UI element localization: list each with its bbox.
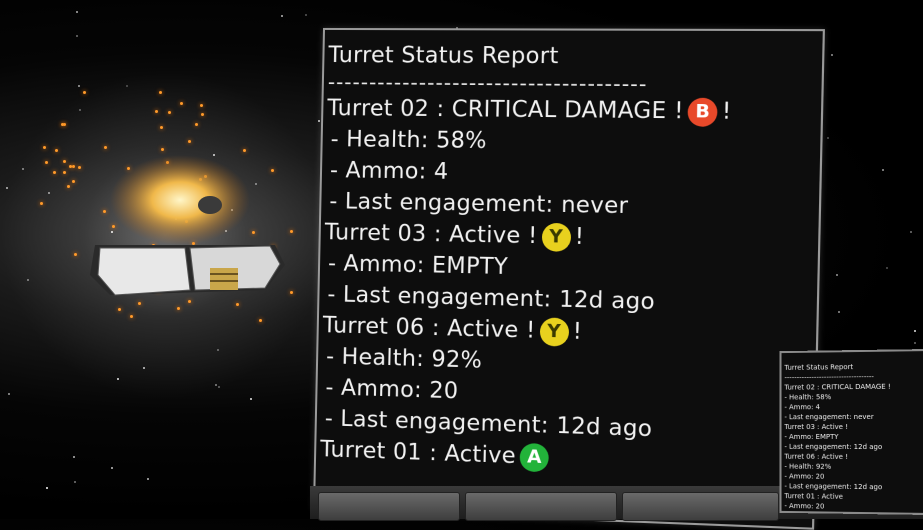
turret-header-line: Turret 02 : CRITICAL DAMAGE ! B!: [327, 93, 821, 129]
spark: [54, 149, 58, 153]
star: [216, 348, 219, 351]
star: [836, 274, 839, 277]
line-suffix: !: [574, 224, 585, 251]
panel-title: Turret Status Report: [328, 42, 559, 70]
star: [7, 392, 10, 395]
spark: [201, 112, 205, 116]
status-lines: Turret 02 : CRITICAL DAMAGE ! B! - Health:…: [320, 93, 821, 483]
star: [142, 366, 145, 369]
star: [76, 35, 79, 38]
turret-status-panel: Turret Status Report -------------------…: [312, 27, 825, 530]
star: [827, 137, 830, 140]
star: [881, 168, 884, 171]
star: [214, 384, 217, 387]
console-slot: [318, 492, 460, 521]
star: [72, 456, 75, 459]
spark: [194, 122, 198, 126]
line-text: - Last engagement: 12d ago: [327, 282, 656, 316]
controller-button-b-icon: B: [687, 97, 718, 127]
mini-status-lines: Turret 02 : CRITICAL DAMAGE ! - Health: 5…: [782, 381, 923, 515]
star: [305, 14, 308, 17]
line-text: - Health: 58%: [330, 127, 488, 154]
star: [111, 466, 113, 469]
star: [913, 329, 916, 332]
star: [249, 397, 252, 400]
mini-status-line: - Ammo: EMPTY: [784, 432, 839, 441]
console-slot: [622, 492, 779, 521]
controller-button-y-icon: Y: [539, 317, 569, 347]
star: [914, 341, 917, 344]
star: [885, 266, 888, 269]
line-text: Turret 06 : Active !: [322, 313, 536, 344]
line-text: - Ammo: 4: [329, 158, 449, 185]
console-slot: [465, 492, 617, 521]
mini-status-line: - Health: 58%: [784, 393, 832, 402]
star: [26, 278, 29, 281]
line-text: Turret 03 : Active !: [324, 220, 538, 250]
mini-status-panel: Turret Status Report -------------------…: [779, 348, 923, 516]
star: [75, 10, 78, 13]
line-text: Turret 01 : Active: [319, 437, 517, 470]
line-text: - Ammo: 20: [325, 375, 459, 405]
star: [46, 487, 49, 490]
star: [830, 54, 833, 57]
star: [837, 310, 840, 313]
damaged-turret-model: [90, 155, 285, 296]
mini-status-line: Turret 03 : Active !: [784, 423, 848, 432]
line-text: - Ammo: EMPTY: [327, 251, 509, 281]
line-suffix: !: [572, 319, 583, 345]
spark: [188, 139, 192, 143]
mini-status-line: - Ammo: 4: [784, 403, 821, 412]
controller-button-y-icon: Y: [541, 222, 571, 252]
star: [280, 15, 283, 18]
line-suffix: !: [721, 99, 732, 125]
spark: [154, 109, 158, 113]
mini-status-line: - Last engagement: 12d ago: [784, 442, 883, 452]
controller-button-a-icon: A: [519, 442, 550, 473]
star: [47, 191, 50, 194]
mini-panel-title: Turret Status Report: [784, 363, 854, 372]
line-text: Turret 02 : CRITICAL DAMAGE !: [327, 96, 685, 125]
mini-status-line: - Last engagement: never: [784, 412, 874, 422]
star: [73, 480, 76, 483]
star: [147, 477, 150, 480]
line-text: - Health: 92%: [325, 344, 483, 374]
star: [909, 231, 912, 234]
line-text: - Last engagement: never: [329, 189, 629, 220]
